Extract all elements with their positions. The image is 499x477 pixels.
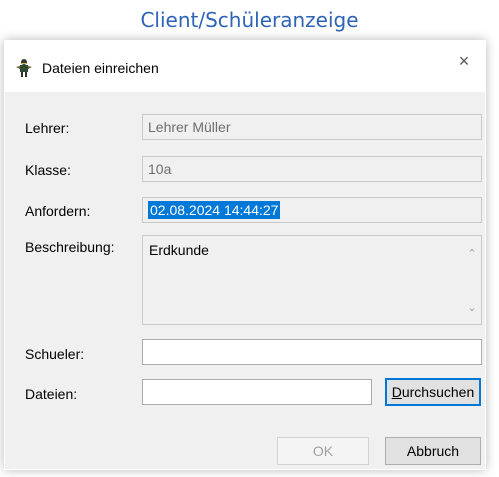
scroll-up-icon[interactable]: ⌃: [466, 248, 478, 260]
teacher-label: Lehrer:: [25, 120, 70, 136]
browse-button[interactable]: Durchsuchen: [385, 378, 481, 406]
student-field[interactable]: [142, 339, 482, 365]
teacher-figure-icon: [14, 58, 34, 78]
files-label: Dateien:: [25, 386, 78, 402]
dialog-content: Lehrer: Lehrer Müller Klasse: 10a Anford…: [5, 92, 485, 469]
teacher-field[interactable]: Lehrer Müller: [142, 114, 482, 140]
ok-button[interactable]: OK: [277, 437, 369, 465]
student-label: Schueler:: [25, 346, 85, 362]
dialog-titlebar[interactable]: Dateien einreichen ×: [4, 40, 486, 92]
request-datetime-value: 02.08.2024 14:44:27: [148, 201, 281, 219]
description-label: Beschreibung:: [25, 239, 115, 255]
screenshot-caption: Client/Schüleranzeige: [140, 8, 359, 32]
description-text: Erdkunde: [149, 242, 209, 258]
description-scrollbar[interactable]: ⌃ ⌄: [463, 236, 481, 324]
scroll-down-icon[interactable]: ⌄: [466, 302, 478, 314]
dialog-title: Dateien einreichen: [42, 60, 159, 76]
class-label: Klasse:: [25, 162, 71, 178]
cancel-button[interactable]: Abbruch: [385, 437, 481, 465]
close-icon[interactable]: ×: [452, 50, 476, 72]
description-textarea[interactable]: Erdkunde ⌃ ⌄: [142, 235, 482, 325]
class-field[interactable]: 10a: [142, 156, 482, 182]
files-field[interactable]: [142, 379, 372, 405]
request-label: Anfordern:: [25, 203, 91, 219]
submit-files-dialog: Dateien einreichen × Lehrer: Lehrer Müll…: [4, 40, 486, 470]
request-datetime-field[interactable]: 02.08.2024 14:44:27: [142, 197, 482, 223]
